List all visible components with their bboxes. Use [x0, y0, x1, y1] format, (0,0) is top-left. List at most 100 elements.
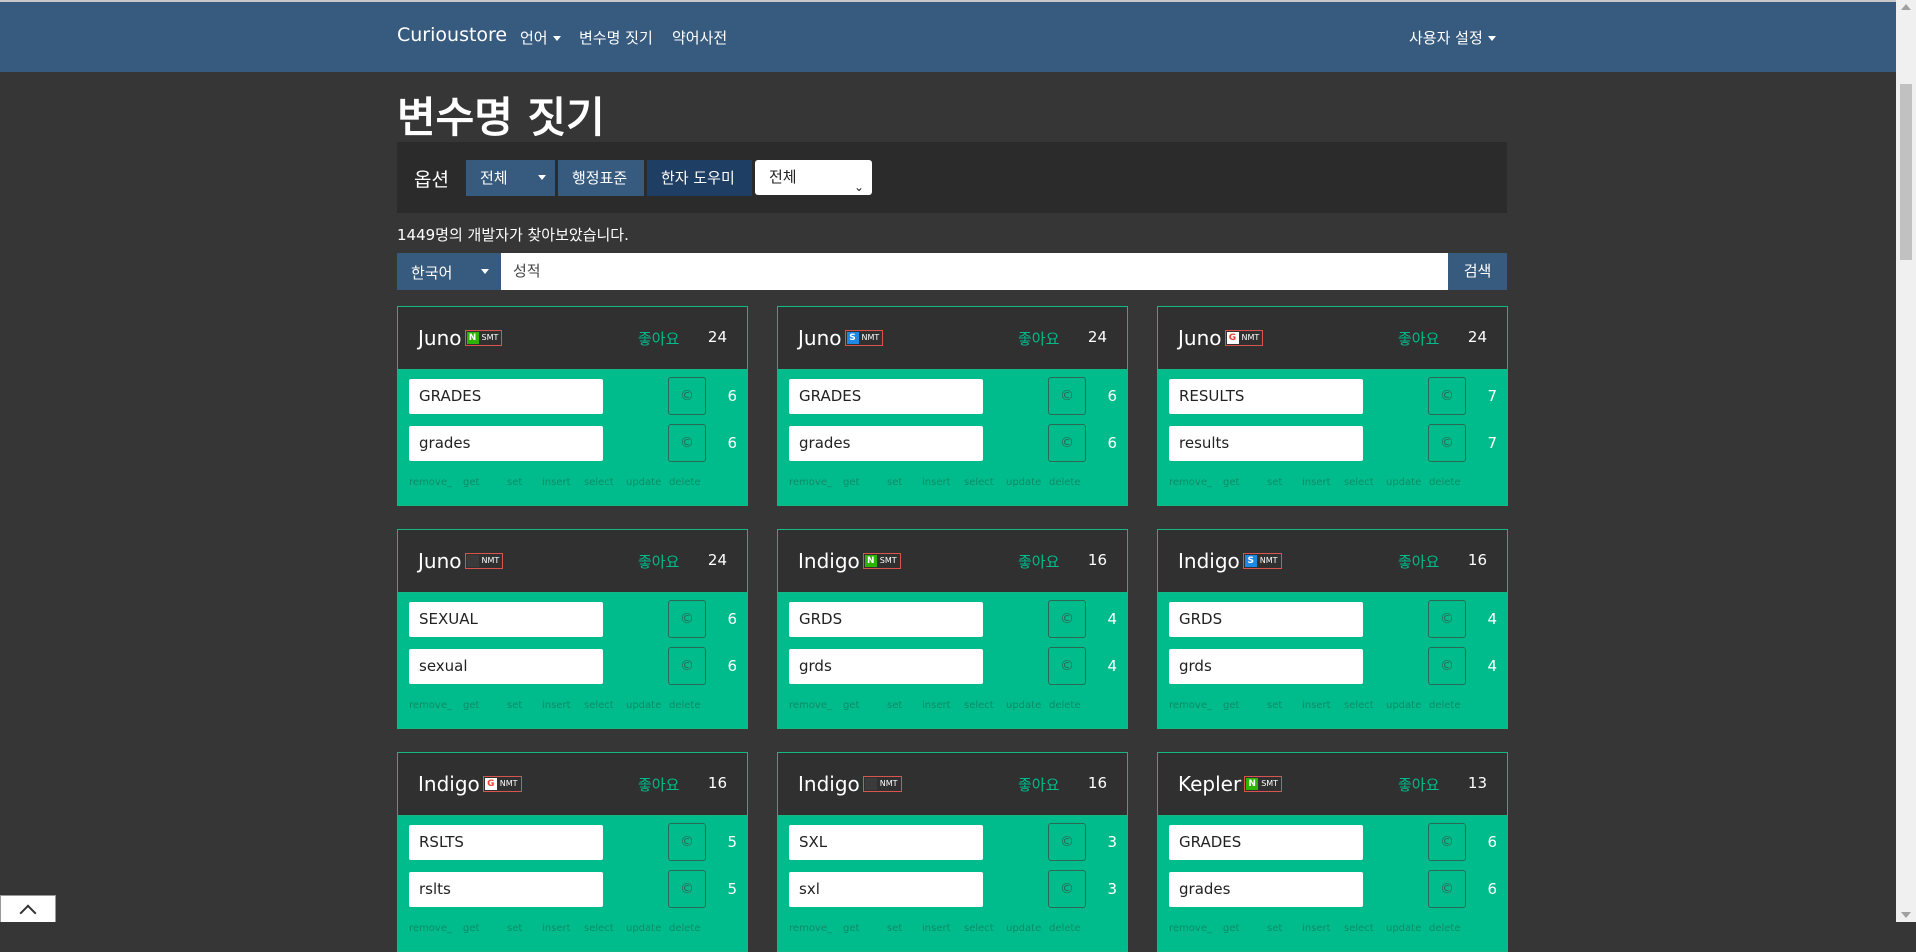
operation-prefix-6[interactable]: delete — [1429, 923, 1461, 934]
nav-user-settings-dropdown[interactable]: 사용자 설정 — [1409, 27, 1496, 48]
operation-prefix-0[interactable]: remove_ — [409, 923, 452, 934]
like-button[interactable]: 좋아요 — [1018, 328, 1059, 349]
copy-button[interactable]: © — [668, 823, 706, 861]
search-button[interactable]: 검색 — [1448, 253, 1507, 290]
operation-prefix-4[interactable]: select — [1344, 477, 1374, 488]
copy-button[interactable]: © — [1048, 600, 1086, 638]
copy-button[interactable]: © — [1048, 870, 1086, 908]
scrollbar-thumb[interactable] — [1900, 84, 1912, 260]
operation-prefix-2[interactable]: set — [1267, 477, 1282, 488]
variable-name-field[interactable]: rslts — [409, 872, 603, 907]
copy-button[interactable]: © — [1428, 647, 1466, 685]
operation-prefix-1[interactable]: get — [463, 700, 479, 711]
variable-name-field[interactable]: results — [1169, 426, 1363, 461]
nav-language-dropdown[interactable]: 언어 — [520, 27, 561, 48]
operation-prefix-2[interactable]: set — [887, 923, 902, 934]
operation-prefix-6[interactable]: delete — [1049, 923, 1081, 934]
variable-name-field[interactable]: RESULTS — [1169, 379, 1363, 414]
operation-prefix-2[interactable]: set — [887, 700, 902, 711]
operation-prefix-2[interactable]: set — [507, 923, 522, 934]
copy-button[interactable]: © — [668, 600, 706, 638]
brand-link[interactable]: Curioustore — [397, 24, 507, 46]
operation-prefix-2[interactable]: set — [507, 477, 522, 488]
operation-prefix-5[interactable]: update — [626, 477, 661, 488]
page-scrollbar[interactable] — [1896, 0, 1916, 922]
copy-button[interactable]: © — [1048, 377, 1086, 415]
operation-prefix-0[interactable]: remove_ — [789, 923, 832, 934]
like-button[interactable]: 좋아요 — [1398, 551, 1439, 572]
copy-button[interactable]: © — [668, 870, 706, 908]
operation-prefix-3[interactable]: insert — [1302, 923, 1331, 934]
like-button[interactable]: 좋아요 — [638, 551, 679, 572]
operation-prefix-3[interactable]: insert — [542, 700, 571, 711]
operation-prefix-6[interactable]: delete — [669, 700, 701, 711]
operation-prefix-0[interactable]: remove_ — [789, 700, 832, 711]
operation-prefix-6[interactable]: delete — [1049, 477, 1081, 488]
nav-abbreviation-dictionary[interactable]: 약어사전 — [672, 27, 727, 48]
scope-split-button[interactable]: 전체 — [466, 160, 555, 196]
copy-button[interactable]: © — [1428, 424, 1466, 462]
operation-prefix-1[interactable]: get — [1223, 700, 1239, 711]
scroll-up-icon[interactable] — [1901, 4, 1911, 10]
operation-prefix-5[interactable]: update — [1006, 923, 1041, 934]
like-button[interactable]: 좋아요 — [1398, 774, 1439, 795]
operation-prefix-5[interactable]: update — [1006, 477, 1041, 488]
operation-prefix-0[interactable]: remove_ — [409, 700, 452, 711]
variable-name-field[interactable]: RSLTS — [409, 825, 603, 860]
like-button[interactable]: 좋아요 — [638, 774, 679, 795]
copy-button[interactable]: © — [1428, 870, 1466, 908]
operation-prefix-5[interactable]: update — [1006, 700, 1041, 711]
operation-prefix-0[interactable]: remove_ — [1169, 923, 1212, 934]
operation-prefix-1[interactable]: get — [463, 923, 479, 934]
operation-prefix-2[interactable]: set — [507, 700, 522, 711]
variable-name-field[interactable]: GRDS — [1169, 602, 1363, 637]
operation-prefix-1[interactable]: get — [1223, 477, 1239, 488]
admin-standard-button[interactable]: 행정표준 — [558, 160, 644, 196]
copy-button[interactable]: © — [1428, 600, 1466, 638]
variable-name-field[interactable]: GRADES — [409, 379, 603, 414]
copy-button[interactable]: © — [1048, 823, 1086, 861]
copy-button[interactable]: © — [668, 424, 706, 462]
variable-name-field[interactable]: grds — [789, 649, 983, 684]
operation-prefix-2[interactable]: set — [1267, 700, 1282, 711]
copy-button[interactable]: © — [668, 377, 706, 415]
operation-prefix-5[interactable]: update — [626, 700, 661, 711]
operation-prefix-4[interactable]: select — [964, 477, 994, 488]
operation-prefix-4[interactable]: select — [964, 700, 994, 711]
operation-prefix-3[interactable]: insert — [922, 700, 951, 711]
variable-name-field[interactable]: sxl — [789, 872, 983, 907]
operation-prefix-3[interactable]: insert — [542, 477, 571, 488]
operation-prefix-6[interactable]: delete — [1429, 477, 1461, 488]
operation-prefix-0[interactable]: remove_ — [1169, 477, 1212, 488]
operation-prefix-6[interactable]: delete — [669, 477, 701, 488]
hanja-helper-button[interactable]: 한자 도우미 — [647, 160, 752, 196]
like-button[interactable]: 좋아요 — [638, 328, 679, 349]
variable-name-field[interactable]: GRADES — [789, 379, 983, 414]
variable-name-field[interactable]: grades — [409, 426, 603, 461]
operation-prefix-6[interactable]: delete — [1429, 700, 1461, 711]
copy-button[interactable]: © — [1428, 377, 1466, 415]
copy-button[interactable]: © — [1428, 823, 1466, 861]
operation-prefix-5[interactable]: update — [1386, 700, 1421, 711]
operation-prefix-0[interactable]: remove_ — [409, 477, 452, 488]
operation-prefix-3[interactable]: insert — [922, 477, 951, 488]
operation-prefix-5[interactable]: update — [1386, 923, 1421, 934]
scroll-down-icon[interactable] — [1901, 912, 1911, 918]
variable-name-field[interactable]: grds — [1169, 649, 1363, 684]
variable-name-field[interactable]: GRADES — [1169, 825, 1363, 860]
copy-button[interactable]: © — [1048, 424, 1086, 462]
variable-name-field[interactable]: GRDS — [789, 602, 983, 637]
variable-name-field[interactable]: sexual — [409, 649, 603, 684]
scope-dropdown-toggle[interactable] — [529, 160, 555, 196]
variable-name-field[interactable]: SEXUAL — [409, 602, 603, 637]
language-dropdown[interactable]: 한국어 — [397, 253, 501, 290]
operation-prefix-1[interactable]: get — [843, 477, 859, 488]
variable-name-field[interactable]: grades — [1169, 872, 1363, 907]
operation-prefix-3[interactable]: insert — [542, 923, 571, 934]
variable-name-field[interactable]: grades — [789, 426, 983, 461]
operation-prefix-2[interactable]: set — [1267, 923, 1282, 934]
back-to-top-button[interactable] — [0, 895, 56, 922]
like-button[interactable]: 좋아요 — [1018, 774, 1059, 795]
operation-prefix-3[interactable]: insert — [922, 923, 951, 934]
copy-button[interactable]: © — [1048, 647, 1086, 685]
